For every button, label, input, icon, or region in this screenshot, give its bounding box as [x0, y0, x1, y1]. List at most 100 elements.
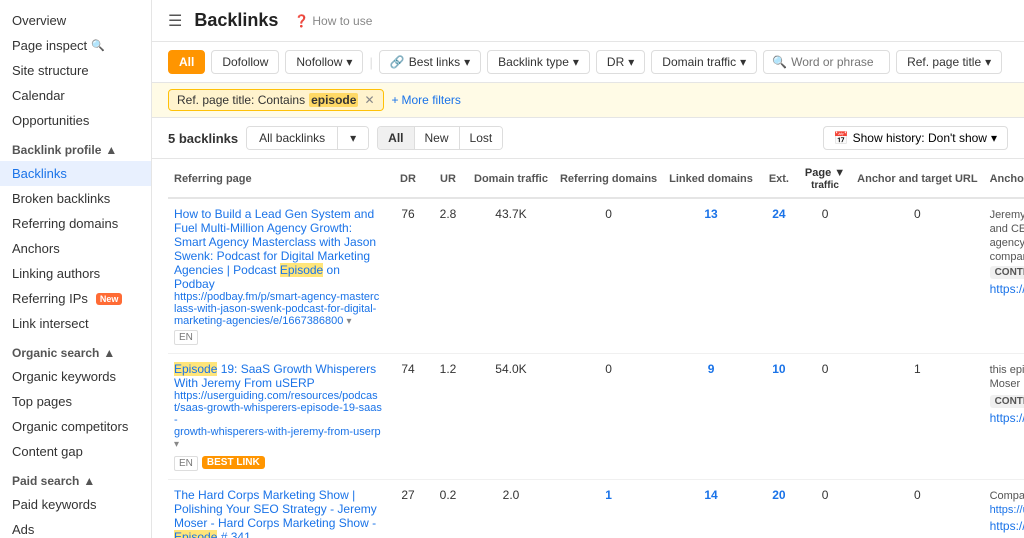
hamburger-icon[interactable]: ☰: [168, 11, 182, 31]
sidebar-item-linking-authors[interactable]: Linking authors: [0, 261, 151, 286]
col-header-anchor[interactable]: Anchor and target URL: [984, 159, 1024, 198]
col-header-domain-traffic[interactable]: Domain traffic: [468, 159, 554, 198]
more-filters-button[interactable]: + More filters: [392, 93, 461, 107]
how-to-use[interactable]: ❓ How to use: [294, 14, 372, 28]
link-icon: 🔗: [390, 55, 405, 69]
referring-page-cell: The Hard Corps Marketing Show | Polishin…: [168, 480, 388, 538]
all-backlinks-dropdown[interactable]: All backlinks ▾: [246, 126, 369, 150]
col-header-ext[interactable]: Ext.: [759, 159, 799, 198]
sidebar-item-organic-competitors[interactable]: Organic competitors: [0, 414, 151, 439]
active-filter-row: Ref. page title: Contains episode ✕ + Mo…: [152, 83, 1024, 118]
linked-domains-cell: 14: [663, 480, 759, 538]
linked-domains-cell: 13: [663, 198, 759, 354]
kw-cell: 1: [851, 354, 983, 480]
chevron-up-icon: ▲: [105, 143, 117, 157]
filter-backlink-type-button[interactable]: Backlink type ▾: [487, 50, 590, 74]
sidebar-section-organic-search[interactable]: Organic search ▲: [0, 336, 151, 364]
sidebar-item-site-structure[interactable]: Site structure: [0, 58, 151, 83]
col-header-linked-domains[interactable]: Linked domains: [663, 159, 759, 198]
sidebar-item-referring-domains[interactable]: Referring domains: [0, 211, 151, 236]
anchor-url-link[interactable]: https://userp.io/: [990, 282, 1024, 296]
table-row: The Hard Corps Marketing Show | Polishin…: [168, 480, 1024, 538]
content-tag: CONTENT: [990, 395, 1024, 408]
active-filter-value: episode: [309, 93, 358, 107]
anchor-url-link[interactable]: https://userp.io/: [990, 519, 1024, 533]
sidebar-item-backlinks[interactable]: Backlinks: [0, 161, 151, 186]
lang-badge: EN: [174, 456, 198, 471]
col-header-referring-domains[interactable]: Referring domains: [554, 159, 663, 198]
domain-traffic-cell: 2.0: [468, 480, 554, 538]
filter-divider: |: [369, 55, 372, 70]
col-header-page-traffic[interactable]: Page ▼traffic: [799, 159, 851, 198]
all-backlinks-button[interactable]: All backlinks: [247, 127, 338, 149]
col-header-kw[interactable]: Anchor and target URL: [851, 159, 983, 198]
main-content: ☰ Backlinks ❓ How to use All Dofollow No…: [152, 0, 1024, 538]
filter-bar: All Dofollow Nofollow ▾ | 🔗 Best links ▾…: [152, 42, 1024, 83]
sidebar-item-opportunities[interactable]: Opportunities: [0, 108, 151, 133]
active-filter-tag: Ref. page title: Contains episode ✕: [168, 89, 384, 111]
filter-nofollow-button[interactable]: Nofollow ▾: [285, 50, 363, 74]
kw-cell: 0: [851, 198, 983, 354]
sidebar-section-paid-search[interactable]: Paid search ▲: [0, 464, 151, 492]
question-icon: ❓: [294, 14, 309, 28]
ext-cell: 24: [759, 198, 799, 354]
remove-filter-button[interactable]: ✕: [364, 93, 374, 107]
filter-all-button[interactable]: All: [168, 50, 205, 74]
col-header-referring[interactable]: Referring page: [168, 159, 388, 198]
dr-cell: 76: [388, 198, 428, 354]
sidebar-item-link-intersect[interactable]: Link intersect: [0, 311, 151, 336]
chevron-down-icon: ▾: [464, 55, 470, 69]
referring-page-link[interactable]: Episode 19: SaaS Growth Whisperers With …: [174, 362, 376, 390]
col-header-dr[interactable]: DR: [388, 159, 428, 198]
sidebar-item-organic-keywords[interactable]: Organic keywords: [0, 364, 151, 389]
result-count: 5 backlinks: [168, 131, 238, 146]
sidebar-section-backlink-profile[interactable]: Backlink profile ▲: [0, 133, 151, 161]
search-icon: 🔍: [772, 55, 787, 69]
kw-cell: 0: [851, 480, 983, 538]
sidebar: Overview Page inspect 🔍 Site structure C…: [0, 0, 152, 538]
referring-page-link[interactable]: How to Build a Lead Gen System and Fuel …: [174, 207, 376, 291]
sidebar-item-page-inspect[interactable]: Page inspect 🔍: [0, 33, 151, 58]
sidebar-item-top-pages[interactable]: Top pages: [0, 389, 151, 414]
all-backlinks-chevron[interactable]: ▾: [338, 127, 368, 149]
sidebar-item-referring-ips[interactable]: Referring IPs New: [0, 286, 151, 311]
userp-link[interactable]: https://userp.io/: [990, 504, 1024, 516]
new-badge: New: [96, 293, 123, 305]
page-traffic-cell: 0: [799, 354, 851, 480]
referring-page-url[interactable]: https://podbay.fm/p/smart-agency-masterc…: [174, 291, 382, 327]
type-all-button[interactable]: All: [378, 127, 414, 149]
type-new-button[interactable]: New: [415, 127, 460, 149]
referring-page-url[interactable]: https://userguiding.com/resources/podcas…: [174, 390, 382, 450]
referring-page-cell: How to Build a Lead Gen System and Fuel …: [168, 198, 388, 354]
sidebar-item-ads[interactable]: Ads: [0, 517, 151, 538]
sidebar-item-paid-keywords[interactable]: Paid keywords: [0, 492, 151, 517]
best-link-tag: BEST LINK: [202, 456, 265, 469]
dr-cell: 74: [388, 354, 428, 480]
search-box[interactable]: 🔍: [763, 50, 890, 74]
sidebar-item-broken-backlinks[interactable]: Broken backlinks: [0, 186, 151, 211]
content-tag: CONTENT: [990, 266, 1024, 279]
ext-cell: 10: [759, 354, 799, 480]
referring-page-link[interactable]: The Hard Corps Marketing Show | Polishin…: [174, 488, 377, 538]
type-lost-button[interactable]: Lost: [460, 127, 503, 149]
filter-ref-page-title-button[interactable]: Ref. page title ▾: [896, 50, 1002, 74]
sidebar-item-calendar[interactable]: Calendar: [0, 83, 151, 108]
chevron-down-icon: ▾: [346, 55, 352, 69]
calendar-icon: 📅: [834, 131, 849, 145]
filter-dr-button[interactable]: DR ▾: [596, 50, 645, 74]
page-traffic-cell: 0: [799, 198, 851, 354]
search-input[interactable]: [791, 55, 881, 69]
page-traffic-cell: 0: [799, 480, 851, 538]
filter-domain-traffic-button[interactable]: Domain traffic ▾: [651, 50, 757, 74]
filter-best-links-button[interactable]: 🔗 Best links ▾: [379, 50, 481, 74]
anchor-url-link[interactable]: https://userp.io/: [990, 411, 1024, 425]
show-history-button[interactable]: 📅 Show history: Don't show ▾: [823, 126, 1008, 150]
referring-domains-cell: 0: [554, 354, 663, 480]
sidebar-item-anchors[interactable]: Anchors: [0, 236, 151, 261]
sidebar-item-content-gap[interactable]: Content gap: [0, 439, 151, 464]
referring-domains-cell: 1: [554, 480, 663, 538]
ext-cell: 20: [759, 480, 799, 538]
col-header-ur[interactable]: UR: [428, 159, 468, 198]
sidebar-item-overview[interactable]: Overview: [0, 8, 151, 33]
filter-dofollow-button[interactable]: Dofollow: [211, 50, 279, 74]
